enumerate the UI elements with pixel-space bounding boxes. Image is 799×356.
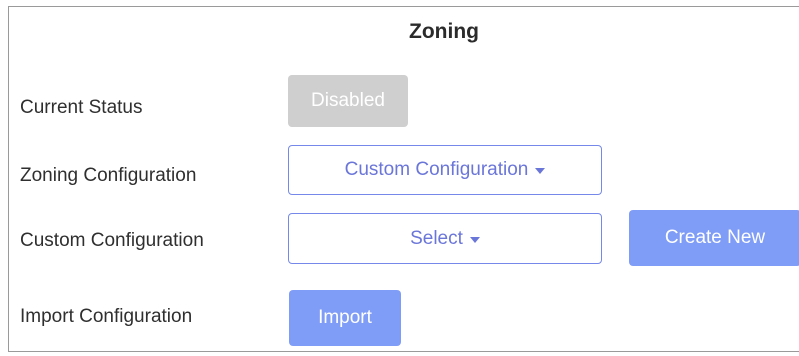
import-button[interactable]: Import [289, 290, 401, 346]
zoning-configuration-value: Custom Configuration [344, 159, 529, 180]
custom-configuration-value: Select [410, 227, 463, 249]
caret-down-icon [535, 168, 546, 174]
import-configuration-label: Import Configuration [20, 306, 193, 327]
custom-configuration-dropdown[interactable]: Select [288, 213, 602, 264]
panel-title: Zoning [409, 20, 479, 43]
zoning-panel: Zoning Current Status Disabled Zoning Co… [8, 6, 799, 352]
custom-configuration-label: Custom Configuration [20, 230, 204, 251]
zoning-configuration-label: Zoning Configuration [20, 165, 197, 186]
create-new-button[interactable]: Create New [629, 210, 799, 266]
status-disabled-button: Disabled [288, 75, 408, 127]
caret-down-icon [469, 236, 480, 243]
zoning-configuration-dropdown[interactable]: Custom Configuration [288, 145, 602, 195]
current-status-label: Current Status [20, 97, 143, 118]
